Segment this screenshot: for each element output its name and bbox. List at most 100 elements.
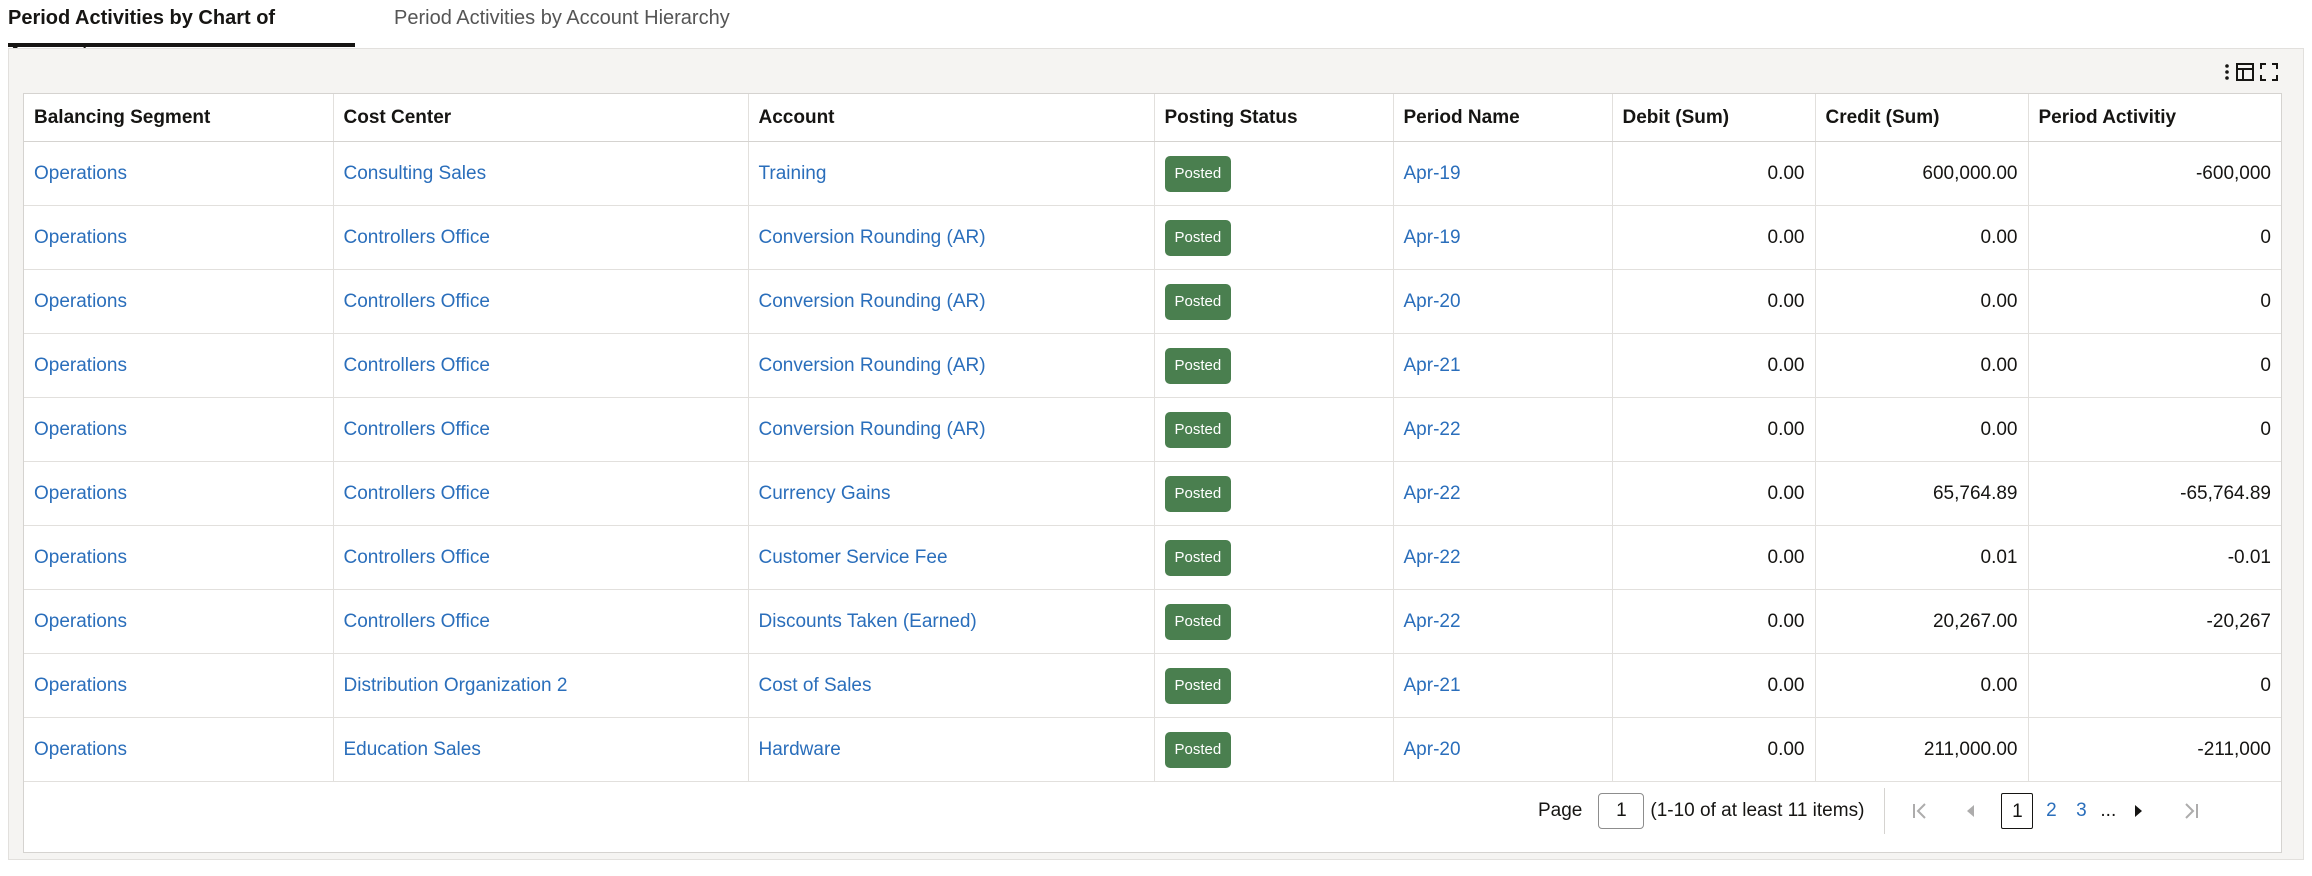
last-page-icon xyxy=(2185,803,2199,819)
cost-center-link[interactable]: Consulting Sales xyxy=(344,163,487,184)
account-link[interactable]: Conversion Rounding (AR) xyxy=(759,291,986,312)
cost-center-link[interactable]: Controllers Office xyxy=(344,291,490,312)
cost-center-link[interactable]: Education Sales xyxy=(344,739,481,760)
balancing-segment-link[interactable]: Operations xyxy=(34,739,127,760)
period-name-link[interactable]: Apr-22 xyxy=(1404,483,1461,504)
credit-sum-cell: 211,000.00 xyxy=(1815,717,2029,782)
period-name-link[interactable]: Apr-22 xyxy=(1404,611,1461,632)
column-header-debit-sum[interactable]: Debit (Sum) xyxy=(1612,94,1816,142)
table-row[interactable]: Operations Controllers Office Currency G… xyxy=(24,461,2281,526)
period-activity-cell: -211,000 xyxy=(2028,717,2281,782)
last-page-button[interactable] xyxy=(2176,793,2206,829)
table-row[interactable]: Operations Controllers Office Conversion… xyxy=(24,269,2281,334)
balancing-segment-link[interactable]: Operations xyxy=(34,547,127,568)
table-row[interactable]: Operations Controllers Office Conversion… xyxy=(24,333,2281,398)
tab-bar: Period Activities by Chart of Accounts P… xyxy=(0,0,2312,65)
column-header-period-name[interactable]: Period Name xyxy=(1393,94,1613,142)
period-name-link[interactable]: Apr-21 xyxy=(1404,675,1461,696)
next-page-icon xyxy=(2135,805,2143,817)
column-header-period-activity[interactable]: Period Activitiy xyxy=(2028,94,2281,142)
cost-center-link[interactable]: Controllers Office xyxy=(344,611,490,632)
column-header-credit-sum[interactable]: Credit (Sum) xyxy=(1815,94,2029,142)
period-name-link[interactable]: Apr-21 xyxy=(1404,355,1461,376)
posting-status-badge: Posted xyxy=(1164,731,1232,768)
balancing-segment-link[interactable]: Operations xyxy=(34,419,127,440)
account-link[interactable]: Currency Gains xyxy=(759,483,891,504)
data-table: Balancing Segment Cost Center Account Po… xyxy=(24,94,2281,782)
balancing-segment-link[interactable]: Operations xyxy=(34,611,127,632)
account-link[interactable]: Conversion Rounding (AR) xyxy=(759,227,986,248)
period-name-link[interactable]: Apr-19 xyxy=(1404,227,1461,248)
credit-sum-cell: 0.00 xyxy=(1815,653,2029,718)
table-row[interactable]: Operations Controllers Office Customer S… xyxy=(24,525,2281,590)
table-row[interactable]: Operations Controllers Office Discounts … xyxy=(24,589,2281,654)
period-name-link[interactable]: Apr-22 xyxy=(1404,547,1461,568)
posting-status-badge: Posted xyxy=(1164,155,1232,192)
table-row[interactable]: Operations Controllers Office Conversion… xyxy=(24,397,2281,462)
tab-label: Period Activities by Account Hierarchy xyxy=(394,7,730,29)
cost-center-link[interactable]: Controllers Office xyxy=(344,483,490,504)
cost-center-link[interactable]: Controllers Office xyxy=(344,227,490,248)
period-name-link[interactable]: Apr-20 xyxy=(1404,739,1461,760)
period-name-link[interactable]: Apr-22 xyxy=(1404,419,1461,440)
period-name-link[interactable]: Apr-19 xyxy=(1404,163,1461,184)
pagination: Page 1 (1-10 of at least 11 items) 1 2 3… xyxy=(1538,788,2206,834)
table-row[interactable]: Operations Education Sales Hardware Post… xyxy=(24,717,2281,782)
table-toolbar xyxy=(2224,62,2278,82)
column-header-account[interactable]: Account xyxy=(748,94,1155,142)
debit-sum-cell: 0.00 xyxy=(1612,205,1816,270)
page-number-input[interactable]: 1 xyxy=(1598,793,1645,829)
debit-sum-cell: 0.00 xyxy=(1612,717,1816,782)
balancing-segment-link[interactable]: Operations xyxy=(34,163,127,184)
account-link[interactable]: Hardware xyxy=(759,739,841,760)
tab-period-activities-account-hierarchy[interactable]: Period Activities by Account Hierarchy xyxy=(394,0,730,48)
data-table-container: Balancing Segment Cost Center Account Po… xyxy=(23,93,2282,853)
posting-status-badge: Posted xyxy=(1164,347,1232,384)
table-row[interactable]: Operations Consulting Sales Training Pos… xyxy=(24,141,2281,206)
balancing-segment-link[interactable]: Operations xyxy=(34,227,127,248)
account-link[interactable]: Cost of Sales xyxy=(759,675,872,696)
column-settings-icon[interactable] xyxy=(2236,63,2254,81)
posting-status-badge: Posted xyxy=(1164,411,1232,448)
credit-sum-cell: 600,000.00 xyxy=(1815,141,2029,206)
page-1-button[interactable]: 1 xyxy=(2001,793,2034,829)
period-activity-cell: 0 xyxy=(2028,333,2281,398)
cost-center-link[interactable]: Distribution Organization 2 xyxy=(344,675,568,696)
column-header-posting-status[interactable]: Posting Status xyxy=(1154,94,1394,142)
fullscreen-icon[interactable] xyxy=(2260,63,2278,81)
column-header-cost-center[interactable]: Cost Center xyxy=(333,94,749,142)
first-page-icon xyxy=(1913,803,1927,819)
next-page-button[interactable] xyxy=(2124,793,2154,829)
table-row[interactable]: Operations Controllers Office Conversion… xyxy=(24,205,2281,270)
previous-page-button[interactable] xyxy=(1955,793,1985,829)
page-2-button[interactable]: 2 xyxy=(2039,800,2063,822)
debit-sum-cell: 0.00 xyxy=(1612,333,1816,398)
debit-sum-cell: 0.00 xyxy=(1612,653,1816,718)
tab-period-activities-chart-of-accounts[interactable]: Period Activities by Chart of Accounts xyxy=(8,0,355,65)
balancing-segment-link[interactable]: Operations xyxy=(34,483,127,504)
account-link[interactable]: Conversion Rounding (AR) xyxy=(759,419,986,440)
balancing-segment-link[interactable]: Operations xyxy=(34,291,127,312)
page-3-button[interactable]: 3 xyxy=(2069,800,2093,822)
credit-sum-cell: 0.00 xyxy=(1815,397,2029,462)
first-page-button[interactable] xyxy=(1905,793,1935,829)
account-link[interactable]: Customer Service Fee xyxy=(759,547,948,568)
account-link[interactable]: Discounts Taken (Earned) xyxy=(759,611,977,632)
debit-sum-cell: 0.00 xyxy=(1612,461,1816,526)
debit-sum-cell: 0.00 xyxy=(1612,269,1816,334)
cost-center-link[interactable]: Controllers Office xyxy=(344,355,490,376)
balancing-segment-link[interactable]: Operations xyxy=(34,355,127,376)
account-link[interactable]: Training xyxy=(759,163,827,184)
active-tab-indicator xyxy=(8,43,355,47)
more-options-icon[interactable] xyxy=(2224,62,2230,82)
cost-center-link[interactable]: Controllers Office xyxy=(344,547,490,568)
period-name-link[interactable]: Apr-20 xyxy=(1404,291,1461,312)
column-header-balancing-segment[interactable]: Balancing Segment xyxy=(24,94,334,142)
credit-sum-cell: 0.00 xyxy=(1815,269,2029,334)
debit-sum-cell: 0.00 xyxy=(1612,525,1816,590)
cost-center-link[interactable]: Controllers Office xyxy=(344,419,490,440)
table-row[interactable]: Operations Distribution Organization 2 C… xyxy=(24,653,2281,718)
balancing-segment-link[interactable]: Operations xyxy=(34,675,127,696)
period-activity-cell: -600,000 xyxy=(2028,141,2281,206)
account-link[interactable]: Conversion Rounding (AR) xyxy=(759,355,986,376)
